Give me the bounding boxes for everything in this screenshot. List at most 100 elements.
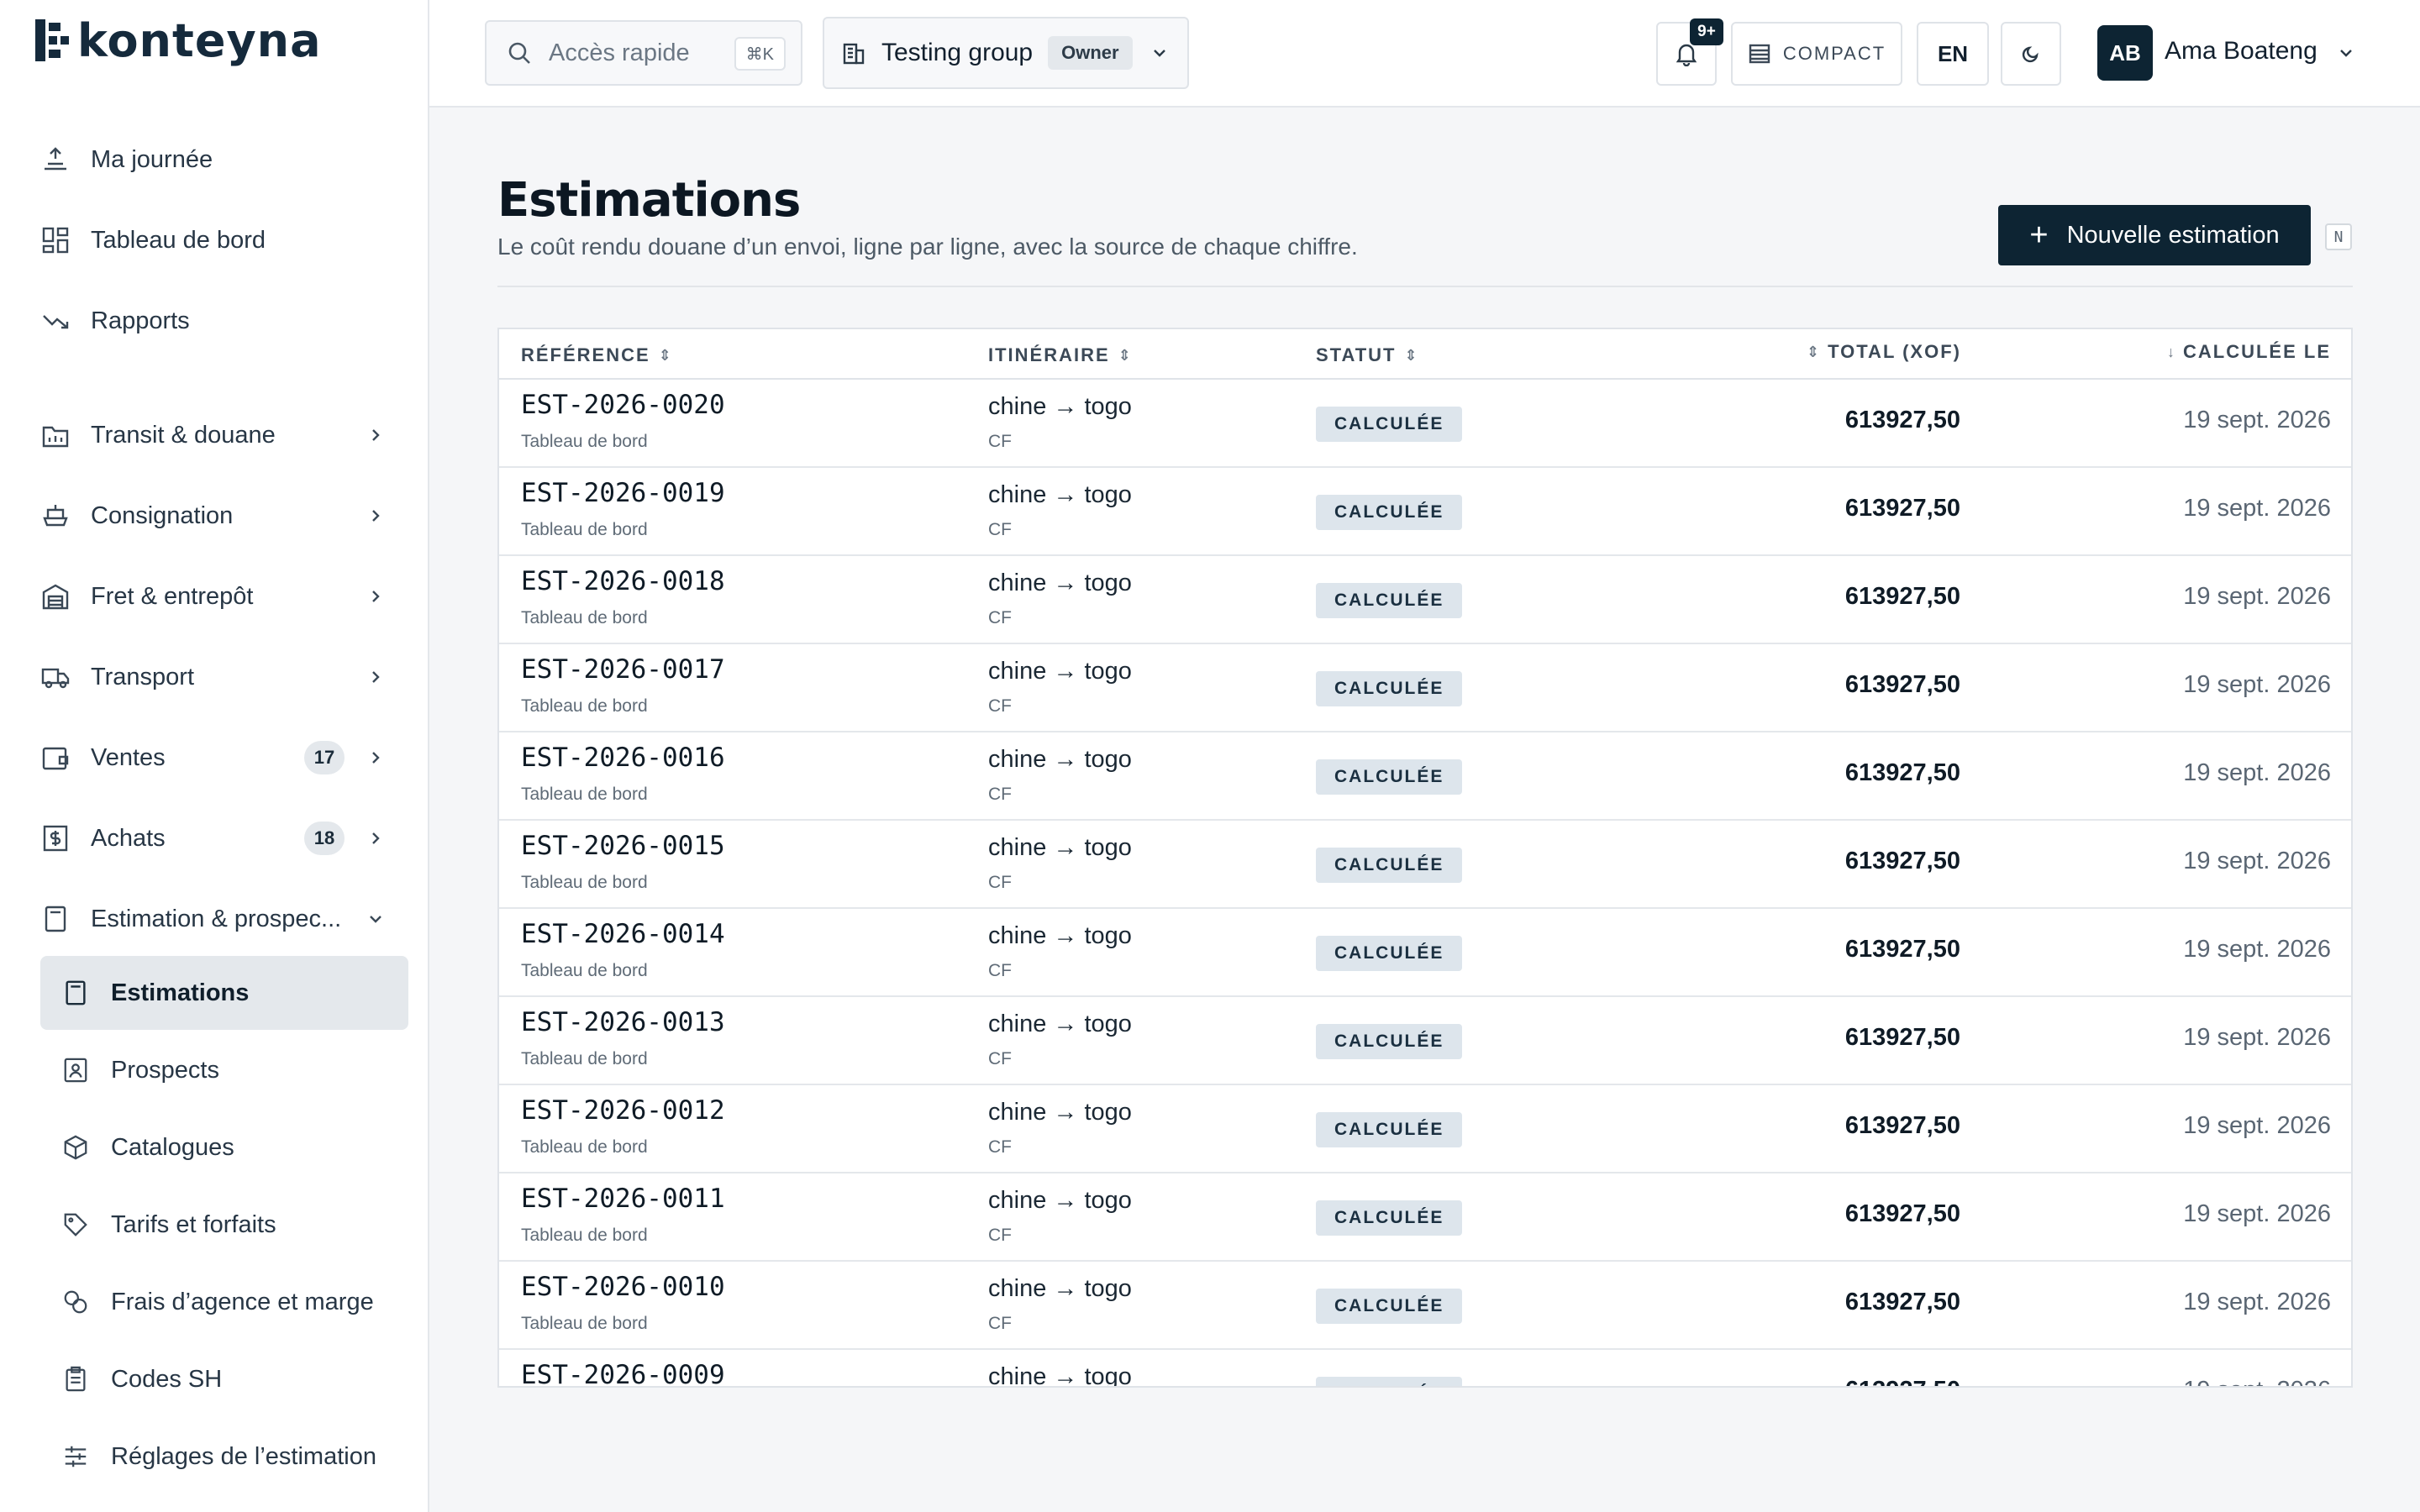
count-badge: 17 <box>304 741 345 774</box>
table-row[interactable]: EST-2026-0015 Tableau de bord chine → togo… <box>499 821 2351 909</box>
sidebar-item-ventes[interactable]: Ventes 17 <box>40 732 393 783</box>
estimation-source: Tableau de bord <box>521 432 648 451</box>
chevron-down-icon[interactable] <box>2337 44 2355 62</box>
logo[interactable]: konteyna <box>35 13 322 67</box>
sidebar-subitem-codes-sh[interactable]: Codes SH <box>40 1342 408 1416</box>
new-estimation-button[interactable]: + Nouvelle estimation <box>1998 205 2311 265</box>
user-name[interactable]: Ama Boateng <box>2165 37 2317 66</box>
estimation-route: chine → togo <box>988 570 1132 596</box>
estimation-total: 613927,50 <box>1844 1289 1960 1315</box>
estimation-source: Tableau de bord <box>521 873 648 892</box>
sidebar-subitem-tarifs-forfaits[interactable]: Tarifs et forfaits <box>40 1188 408 1262</box>
estimation-total: 613927,50 <box>1844 407 1960 433</box>
sidebar-item-label: Rapports <box>91 307 190 334</box>
sidebar-item-label: Tableau de bord <box>91 226 266 254</box>
sidebar-item-consignation[interactable]: Consignation <box>40 491 393 541</box>
sidebar-subitem-label: Catalogues <box>111 1133 234 1161</box>
estimation-reference: EST-2026-0016 <box>521 743 725 773</box>
status-badge: CALCULÉE <box>1316 1112 1463 1147</box>
sidebar-item-tableau-de-bord[interactable]: Tableau de bord <box>40 215 393 265</box>
table-row[interactable]: EST-2026-0018 Tableau de bord chine → togo… <box>499 556 2351 644</box>
table-row[interactable]: EST-2026-0011 Tableau de bord chine → togo… <box>499 1173 2351 1262</box>
estimation-total: 613927,50 <box>1844 1112 1960 1139</box>
estimation-route: chine → togo <box>988 1187 1132 1214</box>
column-label: ITINÉRAIRE <box>988 344 1110 365</box>
sidebar-item-transit-douane[interactable]: Transit & douane <box>40 410 393 460</box>
status-badge: CALCULÉE <box>1316 936 1463 971</box>
sidebar-item-ma-journee[interactable]: Ma journée <box>40 134 393 185</box>
sidebar: konteyna Ma journée Tableau de bord Rapp… <box>0 0 429 1512</box>
search-icon <box>507 40 532 66</box>
estimation-date: 19 sept. 2026 <box>2183 1200 2331 1227</box>
moon-icon <box>2020 43 2042 65</box>
sidebar-item-label: Fret & entrepôt <box>91 582 254 610</box>
estimation-route-code: CF <box>988 432 1012 451</box>
quick-access-search[interactable]: Accès rapide ⌘K <box>485 20 802 86</box>
estimation-reference: EST-2026-0011 <box>521 1184 725 1214</box>
status-badge: CALCULÉE <box>1316 759 1463 795</box>
sidebar-subitem-catalogues[interactable]: Catalogues <box>40 1110 408 1184</box>
page-subtitle: Le coût rendu douane d’un envoi, ligne p… <box>497 234 1358 260</box>
estimation-reference: EST-2026-0015 <box>521 831 725 861</box>
sidebar-subitem-prospects[interactable]: Prospects <box>40 1033 408 1107</box>
contact-card-icon <box>60 1055 91 1085</box>
estimation-total: 613927,50 <box>1844 936 1960 963</box>
theme-toggle-button[interactable] <box>2001 22 2061 86</box>
sidebar-subitem-estimations[interactable]: Estimations <box>40 956 408 1030</box>
sidebar-item-rapports[interactable]: Rapports <box>40 296 393 346</box>
table-row[interactable]: EST-2026-0017 Tableau de bord chine → togo… <box>499 644 2351 732</box>
group-switcher[interactable]: Testing group Owner <box>823 17 1189 89</box>
column-header-computed-at[interactable]: ↓ CALCULÉE LE <box>2167 341 2331 363</box>
column-header-reference[interactable]: RÉFÉRENCE ⇕ <box>521 344 671 366</box>
table-row[interactable]: EST-2026-0014 Tableau de bord chine → togo… <box>499 909 2351 997</box>
sidebar-item-transport[interactable]: Transport <box>40 652 393 702</box>
estimation-source: Tableau de bord <box>521 520 648 539</box>
notifications-button[interactable]: 9+ <box>1656 18 1723 86</box>
table-row[interactable]: EST-2026-0009Tableau de bordchine → togo… <box>499 1350 2351 1386</box>
table-row[interactable]: EST-2026-0020 Tableau de bord chine → togo… <box>499 380 2351 468</box>
sidebar-subitem-label: Prospects <box>111 1056 219 1084</box>
estimation-date: 19 sept. 2026 <box>2183 1289 2331 1315</box>
estimation-route-code: CF <box>988 520 1012 539</box>
density-toggle-button[interactable]: COMPACT <box>1731 22 1902 86</box>
estimation-date: 19 sept. 2026 <box>2183 671 2331 698</box>
table-row[interactable]: EST-2026-0012 Tableau de bord chine → togo… <box>499 1085 2351 1173</box>
chevron-down-icon <box>1151 45 1168 61</box>
estimation-reference: EST-2026-0020 <box>521 390 725 420</box>
table-row[interactable]: EST-2026-0010 Tableau de bord chine → togo… <box>499 1262 2351 1350</box>
status-badge: CALCULÉE <box>1316 407 1463 442</box>
sidebar-item-label: Transit & douane <box>91 421 276 449</box>
table-row[interactable]: EST-2026-0013 Tableau de bord chine → togo… <box>499 997 2351 1085</box>
column-header-total[interactable]: ⇕ TOTAL (XOF) <box>1807 341 1961 363</box>
sidebar-item-label: Achats <box>91 824 166 852</box>
sidebar-item-achats[interactable]: Achats 18 <box>40 813 393 864</box>
sidebar-subitem-frais-agence-marge[interactable]: Frais d’agence et marge <box>40 1265 408 1339</box>
sunrise-icon <box>40 144 71 175</box>
table-row[interactable]: EST-2026-0016 Tableau de bord chine → togo… <box>499 732 2351 821</box>
sidebar-item-estimation-prospection[interactable]: Estimation & prospec... <box>40 894 393 944</box>
column-header-route[interactable]: ITINÉRAIRE ⇕ <box>988 344 1131 366</box>
building-icon <box>841 40 866 66</box>
estimation-reference: EST-2026-0018 <box>521 566 725 596</box>
column-header-status[interactable]: STATUT ⇕ <box>1316 344 1418 366</box>
estimation-reference: EST-2026-0017 <box>521 654 725 685</box>
estimation-total: 613927,50 <box>1845 1377 1960 1386</box>
estimation-route-code: CF <box>988 1137 1012 1157</box>
estimation-route-code: CF <box>988 696 1012 716</box>
page-title: Estimations <box>497 173 801 228</box>
sidebar-subitem-reglages-estimation[interactable]: Réglages de l’estimation <box>40 1420 408 1494</box>
calculator-icon <box>40 904 71 934</box>
language-toggle-button[interactable]: EN <box>1917 22 1989 86</box>
role-badge: Owner <box>1048 36 1133 70</box>
estimation-source: Tableau de bord <box>521 608 648 627</box>
table-row[interactable]: EST-2026-0019 Tableau de bord chine → togo… <box>499 468 2351 556</box>
logo-text: konteyna <box>77 13 322 67</box>
avatar[interactable]: AB <box>2097 25 2153 81</box>
status-badge: CALCULÉE <box>1316 1024 1463 1059</box>
sidebar-item-label: Transport <box>91 663 195 690</box>
sidebar-item-fret-entrepot[interactable]: Fret & entrepôt <box>40 571 393 622</box>
sidebar-subitem-label: Tarifs et forfaits <box>111 1210 276 1238</box>
sidebar-subitem-label: Codes SH <box>111 1365 223 1393</box>
column-label: TOTAL (XOF) <box>1828 341 1961 362</box>
box-icon <box>60 1132 91 1163</box>
